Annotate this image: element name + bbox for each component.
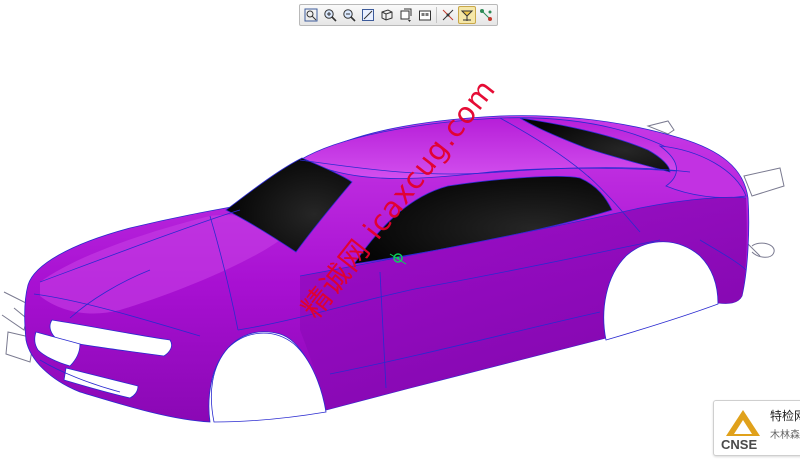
display-style-button[interactable]	[378, 6, 396, 24]
datum-display-button[interactable]	[439, 6, 457, 24]
badge-logo-text: CNSE	[721, 437, 757, 452]
site-badge: CNSE 特检网 木林森	[713, 400, 800, 456]
refit-button[interactable]	[302, 6, 320, 24]
datum-display-icon	[442, 9, 454, 21]
car-body-model[interactable]	[24, 115, 750, 423]
saved-orientations-button[interactable]	[397, 6, 415, 24]
cnse-logo-icon: CNSE	[720, 410, 766, 452]
badge-subtitle: 木林森	[770, 430, 800, 441]
points-display-icon	[480, 9, 492, 21]
zoom-out-icon	[343, 9, 356, 22]
repaint-icon	[362, 9, 374, 21]
model-viewport[interactable]	[0, 0, 800, 468]
points-display-button[interactable]	[477, 6, 495, 24]
view-manager-icon	[419, 10, 431, 21]
zoom-in-icon	[324, 9, 337, 22]
spin-center-button[interactable]	[458, 6, 476, 24]
spin-center-icon	[460, 10, 474, 21]
saved-orientations-icon	[400, 8, 412, 22]
zoom-out-button[interactable]	[340, 6, 358, 24]
toolbar-separator	[436, 7, 437, 23]
repaint-button[interactable]	[359, 6, 377, 24]
graphics-toolbar	[299, 4, 498, 26]
refit-icon	[304, 8, 318, 22]
zoom-in-button[interactable]	[321, 6, 339, 24]
display-style-icon	[381, 9, 393, 21]
badge-title: 特检网	[770, 409, 800, 423]
view-manager-button[interactable]	[416, 6, 434, 24]
